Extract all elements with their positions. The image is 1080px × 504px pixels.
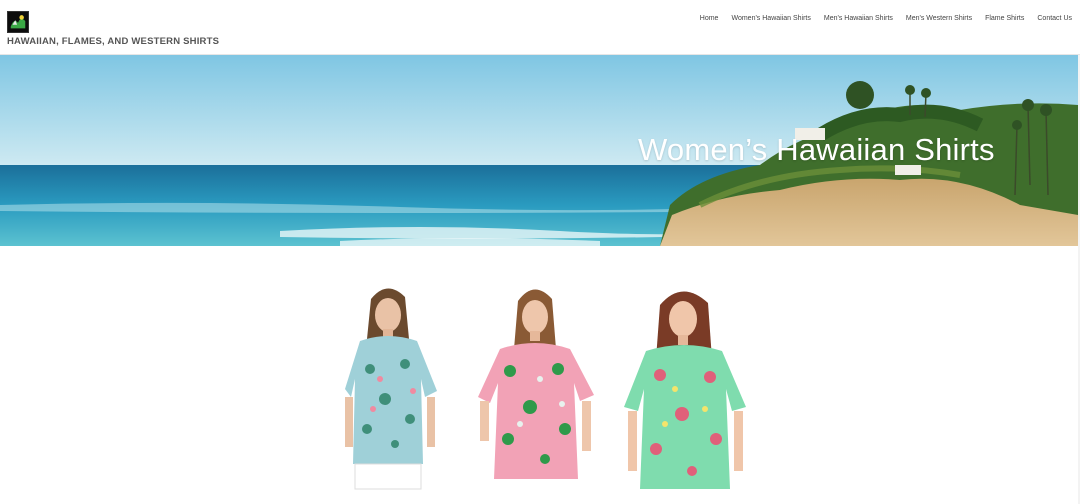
product-gallery bbox=[0, 246, 1080, 504]
hero-banner: Women’s Hawaiian Shirts bbox=[0, 55, 1078, 246]
nav-flame-shirts[interactable]: Flame Shirts bbox=[985, 15, 1024, 22]
nav-womens-hawaiian-shirts[interactable]: Women's Hawaiian Shirts bbox=[731, 15, 810, 22]
product-image-1[interactable] bbox=[325, 279, 455, 504]
nav-mens-western-shirts[interactable]: Men's Western Shirts bbox=[906, 15, 972, 22]
main-navigation: Home Women's Hawaiian Shirts Men's Hawai… bbox=[700, 15, 1072, 22]
product-image-3[interactable] bbox=[620, 279, 750, 504]
nav-contact-us[interactable]: Contact Us bbox=[1037, 15, 1072, 22]
site-title[interactable]: HAWAIIAN, FLAMES, AND WESTERN SHIRTS bbox=[7, 36, 219, 47]
nav-mens-hawaiian-shirts[interactable]: Men's Hawaiian Shirts bbox=[824, 15, 893, 22]
nav-home[interactable]: Home bbox=[700, 15, 719, 22]
site-logo-icon[interactable] bbox=[7, 11, 29, 33]
hero-title: Women’s Hawaiian Shirts bbox=[638, 132, 995, 167]
site-header: HAWAIIAN, FLAMES, AND WESTERN SHIRTS Hom… bbox=[0, 0, 1080, 55]
product-image-2[interactable] bbox=[470, 279, 600, 504]
